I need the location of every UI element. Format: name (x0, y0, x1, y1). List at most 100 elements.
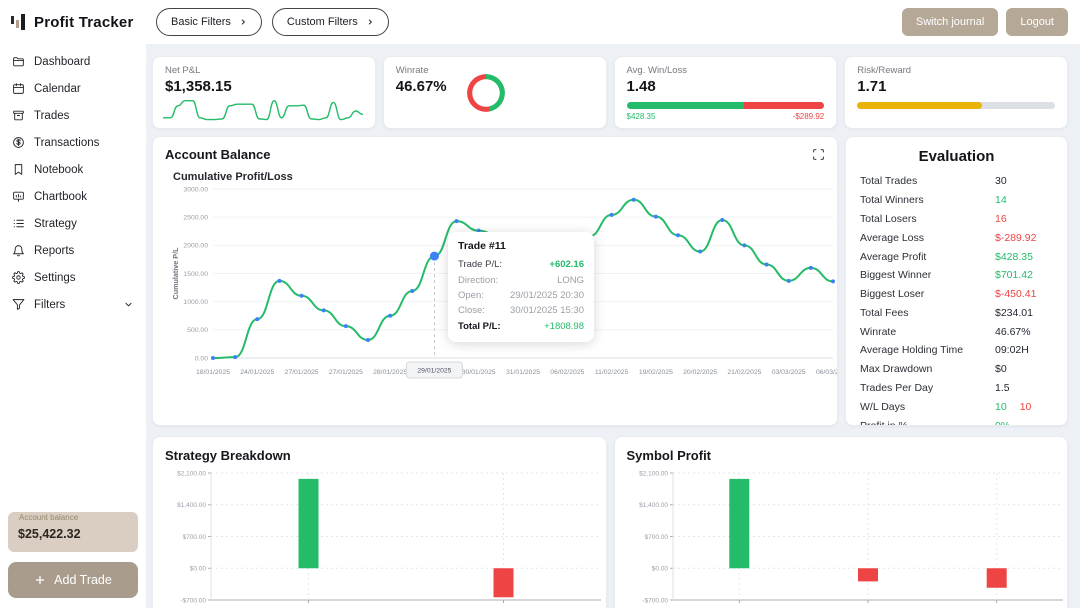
evaluation-title: Evaluation (860, 148, 1053, 165)
svg-text:$1,400.00: $1,400.00 (639, 502, 668, 509)
evaluation-row-value: 1010 (995, 401, 1053, 413)
net-pnl-sparkline (163, 95, 363, 125)
svg-text:500.00: 500.00 (187, 327, 208, 334)
archive-icon (12, 109, 25, 122)
account-balance-panel: Account Balance Cumulative Profit/Loss 0… (152, 136, 838, 426)
sidebar-item-strategy[interactable]: Strategy (0, 210, 146, 237)
trade-tooltip-title: Trade #11 (458, 240, 584, 252)
risk-reward-value: 1.71 (857, 78, 1055, 95)
symbol-profit-bar-chart[interactable]: $2,100.00$1,400.00$700.00$0.00-$700.00 (627, 465, 1069, 608)
cumulative-pl-title: Cumulative Profit/Loss (173, 171, 825, 183)
tooltip-row: Total P/L:+1808.98 (458, 319, 584, 334)
tooltip-row: Open:29/01/2025 20:30 (458, 288, 584, 303)
middle-row: Account Balance Cumulative Profit/Loss 0… (152, 136, 1068, 426)
svg-text:2500.00: 2500.00 (183, 214, 208, 221)
folder-icon (12, 55, 25, 68)
sidebar-item-filters[interactable]: Filters (0, 291, 146, 318)
svg-text:18/01/2025: 18/01/2025 (196, 369, 230, 376)
basic-filters-label: Basic Filters (171, 16, 231, 28)
evaluation-row-value: 0% (995, 420, 1053, 426)
bookmark-icon (12, 163, 25, 176)
sidebar-item-label: Calendar (34, 83, 81, 95)
evaluation-row-label: Average Loss (860, 232, 995, 244)
svg-text:$0.00: $0.00 (651, 566, 668, 573)
strategy-breakdown-panel: Strategy Breakdown $2,100.00$1,400.00$70… (152, 436, 607, 608)
sidebar-item-notebook[interactable]: Notebook (0, 156, 146, 183)
evaluation-row-value: $0 (995, 363, 1053, 375)
loss-bar-segment (744, 102, 824, 109)
evaluation-row-label: Trades Per Day (860, 382, 995, 394)
evaluation-row-value: 16 (995, 213, 1053, 225)
evaluation-row: Total Trades30 (860, 172, 1053, 191)
evaluation-row: Average Holding Time09:02H (860, 341, 1053, 360)
avg-win-loss-card: Avg. Win/Loss 1.48 $428.35 -$289.92 (614, 56, 838, 129)
svg-text:06/03/2025: 06/03/2025 (816, 369, 838, 376)
logout-button[interactable]: Logout (1006, 8, 1068, 36)
svg-text:27/01/2025: 27/01/2025 (329, 369, 363, 376)
tooltip-row-label: Direction: (458, 275, 498, 286)
strategy-breakdown-title: Strategy Breakdown (165, 448, 291, 463)
sidebar-item-label: Trades (34, 110, 69, 122)
svg-text:20/02/2025: 20/02/2025 (683, 369, 717, 376)
sidebar-item-reports[interactable]: Reports (0, 237, 146, 264)
account-balance-widget: Account balance $25,422.32 (8, 512, 138, 552)
evaluation-row-value: $-289.92 (995, 232, 1053, 244)
svg-text:11/02/2025: 11/02/2025 (595, 369, 629, 376)
risk-reward-label: Risk/Reward (857, 65, 1055, 76)
tooltip-row-value: LONG (557, 275, 584, 286)
evaluation-row-value: 14 (995, 194, 1053, 206)
winrate-donut-chart (467, 74, 505, 112)
risk-reward-bar (857, 102, 1055, 109)
tooltip-row-label: Trade P/L: (458, 259, 502, 270)
basic-filters-button[interactable]: Basic Filters (156, 8, 262, 36)
brand-name: Profit Tracker (34, 14, 134, 31)
brand-logo: Profit Tracker (10, 11, 146, 33)
sidebar-item-settings[interactable]: Settings (0, 264, 146, 291)
switch-journal-button[interactable]: Switch journal (902, 8, 998, 36)
svg-text:$2,100.00: $2,100.00 (177, 470, 206, 477)
chevron-right-icon (239, 18, 247, 26)
risk-reward-card: Risk/Reward 1.71 (844, 56, 1068, 129)
avg-win-loss-value: 1.48 (627, 78, 825, 95)
tooltip-row-value: +602.16 (549, 259, 584, 270)
sidebar-item-transactions[interactable]: Transactions (0, 129, 146, 156)
evaluation-row: W/L Days1010 (860, 397, 1053, 416)
evaluation-row-value: 09:02H (995, 344, 1053, 356)
evaluation-row-label: Average Profit (860, 251, 995, 263)
sidebar-item-trades[interactable]: Trades (0, 102, 146, 129)
strategy-breakdown-bar-chart[interactable]: $2,100.00$1,400.00$700.00$0.00-$700.00 (165, 465, 607, 608)
svg-text:0.00: 0.00 (195, 355, 208, 362)
dollar-circle-icon (12, 136, 25, 149)
tooltip-row-value: +1808.98 (544, 321, 584, 332)
main-content: Net P&L $1,358.15 Winrate 46.67% Avg. Wi… (146, 44, 1080, 608)
svg-text:$700.00: $700.00 (644, 534, 668, 541)
evaluation-row: Average Loss$-289.92 (860, 228, 1053, 247)
evaluation-row-label: Average Holding Time (860, 344, 995, 356)
sidebar-nav: Dashboard Calendar Trades Transactions Noteb… (0, 48, 146, 318)
svg-text:Cumulative P/L: Cumulative P/L (171, 247, 180, 300)
sidebar-item-label: Notebook (34, 164, 83, 176)
tooltip-row: Direction: LONG (458, 272, 584, 287)
expand-icon[interactable] (812, 148, 825, 161)
chart-board-icon (12, 190, 25, 203)
evaluation-row-label: Winrate (860, 326, 995, 338)
evaluation-row: Profit in %0% (860, 416, 1053, 426)
sidebar-item-dashboard[interactable]: Dashboard (0, 48, 146, 75)
sidebar-item-chartbook[interactable]: Chartbook (0, 183, 146, 210)
svg-text:3000.00: 3000.00 (183, 186, 208, 193)
sidebar-item-calendar[interactable]: Calendar (0, 75, 146, 102)
custom-filters-button[interactable]: Custom Filters (272, 8, 389, 36)
svg-text:19/02/2025: 19/02/2025 (639, 369, 673, 376)
evaluation-rows: Total Trades30Total Winners14Total Loser… (860, 172, 1053, 426)
evaluation-row: Average Profit$428.35 (860, 247, 1053, 266)
svg-text:28/01/2025: 28/01/2025 (373, 369, 407, 376)
custom-filters-label: Custom Filters (287, 16, 358, 28)
tooltip-row: Close:30/01/2025 15:30 (458, 303, 584, 318)
add-trade-button[interactable]: Add Trade (8, 562, 138, 598)
sidebar-item-label: Filters (34, 299, 65, 311)
evaluation-row-label: Total Fees (860, 307, 995, 319)
evaluation-row-label: Total Losers (860, 213, 995, 225)
tooltip-row: Trade P/L: +602.16 (458, 257, 584, 272)
win-bar-segment (627, 102, 745, 109)
svg-text:-$700.00: -$700.00 (180, 597, 206, 604)
